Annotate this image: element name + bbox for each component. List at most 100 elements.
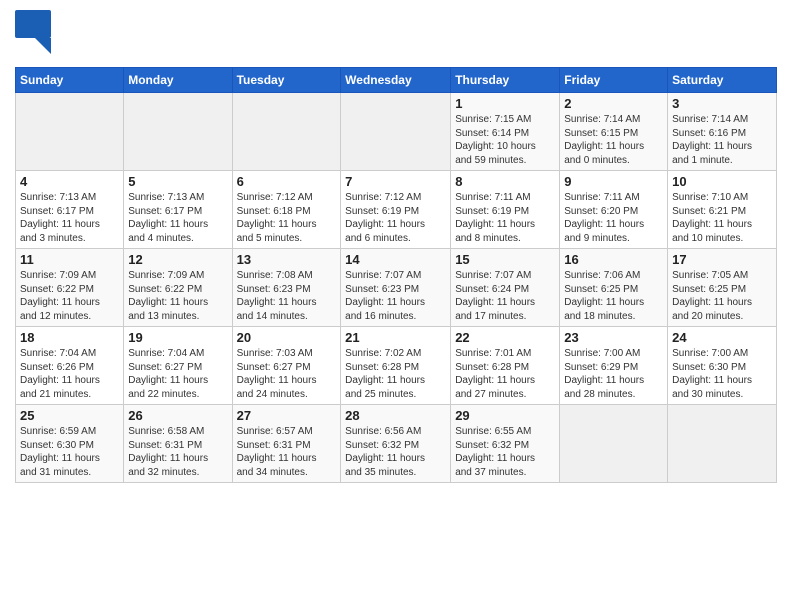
calendar-cell: 25 Sunrise: 6:59 AM Sunset: 6:30 PM Dayli… [16, 405, 124, 483]
day-number: 9 [564, 174, 663, 189]
day-info: Sunrise: 7:12 AM Sunset: 6:18 PM Dayligh… [237, 191, 337, 245]
day-number: 2 [564, 96, 663, 111]
day-info: Sunrise: 7:13 AM Sunset: 6:17 PM Dayligh… [20, 191, 119, 245]
day-info: Sunrise: 6:58 AM Sunset: 6:31 PM Dayligh… [128, 425, 227, 479]
day-info: Sunrise: 7:09 AM Sunset: 6:22 PM Dayligh… [128, 269, 227, 323]
day-info: Sunrise: 6:55 AM Sunset: 6:32 PM Dayligh… [455, 425, 555, 479]
calendar-cell: 27 Sunrise: 6:57 AM Sunset: 6:31 PM Dayli… [232, 405, 341, 483]
calendar-cell: 13Sunrise: 7:08 AM Sunset: 6:23 PM Dayli… [232, 249, 341, 327]
day-number: 19 [128, 330, 227, 345]
day-info: Sunrise: 7:12 AM Sunset: 6:19 PM Dayligh… [345, 191, 446, 245]
day-number: 16 [564, 252, 663, 267]
calendar-cell: 1 Sunrise: 7:15 AM Sunset: 6:14 PM Daylig… [451, 93, 560, 171]
day-number: 23 [564, 330, 663, 345]
weekday-header: Sunday [16, 68, 124, 93]
day-info: Sunrise: 7:07 AM Sunset: 6:23 PM Dayligh… [345, 269, 446, 323]
weekday-header: Thursday [451, 68, 560, 93]
day-info: Sunrise: 7:14 AM Sunset: 6:16 PM Dayligh… [672, 113, 772, 167]
weekday-header: Tuesday [232, 68, 341, 93]
day-info: Sunrise: 6:59 AM Sunset: 6:30 PM Dayligh… [20, 425, 119, 479]
day-info: Sunrise: 7:01 AM Sunset: 6:28 PM Dayligh… [455, 347, 555, 401]
calendar-cell: 14 Sunrise: 7:07 AM Sunset: 6:23 PM Dayli… [341, 249, 451, 327]
calendar-header-row: SundayMondayTuesdayWednesdayThursdayFrid… [16, 68, 777, 93]
calendar-cell: 26 Sunrise: 6:58 AM Sunset: 6:31 PM Dayli… [124, 405, 232, 483]
calendar-cell: 4 Sunrise: 7:13 AM Sunset: 6:17 PM Daylig… [16, 171, 124, 249]
calendar-cell: 16Sunrise: 7:06 AM Sunset: 6:25 PM Dayli… [560, 249, 668, 327]
calendar-cell: 11 Sunrise: 7:09 AM Sunset: 6:22 PM Dayli… [16, 249, 124, 327]
day-info: Sunrise: 7:10 AM Sunset: 6:21 PM Dayligh… [672, 191, 772, 245]
calendar-cell [560, 405, 668, 483]
calendar-cell: 22 Sunrise: 7:01 AM Sunset: 6:28 PM Dayli… [451, 327, 560, 405]
day-info: Sunrise: 7:09 AM Sunset: 6:22 PM Dayligh… [20, 269, 119, 323]
calendar-cell [341, 93, 451, 171]
day-number: 25 [20, 408, 119, 423]
day-number: 10 [672, 174, 772, 189]
calendar-cell [124, 93, 232, 171]
day-info: Sunrise: 7:13 AM Sunset: 6:17 PM Dayligh… [128, 191, 227, 245]
calendar-cell: 12 Sunrise: 7:09 AM Sunset: 6:22 PM Dayli… [124, 249, 232, 327]
day-number: 26 [128, 408, 227, 423]
day-number: 15 [455, 252, 555, 267]
day-info: Sunrise: 7:14 AM Sunset: 6:15 PM Dayligh… [564, 113, 663, 167]
day-number: 20 [237, 330, 337, 345]
calendar-cell: 3 Sunrise: 7:14 AM Sunset: 6:16 PM Daylig… [668, 93, 777, 171]
calendar-cell: 2 Sunrise: 7:14 AM Sunset: 6:15 PM Daylig… [560, 93, 668, 171]
day-info: Sunrise: 6:56 AM Sunset: 6:32 PM Dayligh… [345, 425, 446, 479]
logo [15, 10, 57, 59]
weekday-header: Monday [124, 68, 232, 93]
calendar-cell: 21 Sunrise: 7:02 AM Sunset: 6:28 PM Dayli… [341, 327, 451, 405]
day-number: 17 [672, 252, 772, 267]
day-number: 28 [345, 408, 446, 423]
day-number: 14 [345, 252, 446, 267]
calendar-week-row: 1 Sunrise: 7:15 AM Sunset: 6:14 PM Daylig… [16, 93, 777, 171]
calendar-cell: 9 Sunrise: 7:11 AM Sunset: 6:20 PM Daylig… [560, 171, 668, 249]
day-number: 27 [237, 408, 337, 423]
day-number: 18 [20, 330, 119, 345]
calendar-cell: 17 Sunrise: 7:05 AM Sunset: 6:25 PM Dayli… [668, 249, 777, 327]
calendar: SundayMondayTuesdayWednesdayThursdayFrid… [15, 67, 777, 483]
day-info: Sunrise: 6:57 AM Sunset: 6:31 PM Dayligh… [237, 425, 337, 479]
day-info: Sunrise: 7:15 AM Sunset: 6:14 PM Dayligh… [455, 113, 555, 167]
day-number: 21 [345, 330, 446, 345]
day-number: 5 [128, 174, 227, 189]
day-info: Sunrise: 7:04 AM Sunset: 6:27 PM Dayligh… [128, 347, 227, 401]
calendar-cell: 20 Sunrise: 7:03 AM Sunset: 6:27 PM Dayli… [232, 327, 341, 405]
day-info: Sunrise: 7:03 AM Sunset: 6:27 PM Dayligh… [237, 347, 337, 401]
calendar-cell: 7Sunrise: 7:12 AM Sunset: 6:19 PM Daylig… [341, 171, 451, 249]
weekday-header: Wednesday [341, 68, 451, 93]
calendar-cell: 6 Sunrise: 7:12 AM Sunset: 6:18 PM Daylig… [232, 171, 341, 249]
calendar-cell: 24 Sunrise: 7:00 AM Sunset: 6:30 PM Dayli… [668, 327, 777, 405]
logo-icon [15, 10, 53, 54]
day-number: 4 [20, 174, 119, 189]
day-info: Sunrise: 7:00 AM Sunset: 6:29 PM Dayligh… [564, 347, 663, 401]
day-info: Sunrise: 7:05 AM Sunset: 6:25 PM Dayligh… [672, 269, 772, 323]
calendar-cell [668, 405, 777, 483]
day-info: Sunrise: 7:02 AM Sunset: 6:28 PM Dayligh… [345, 347, 446, 401]
calendar-cell: 19 Sunrise: 7:04 AM Sunset: 6:27 PM Dayli… [124, 327, 232, 405]
calendar-cell [232, 93, 341, 171]
day-info: Sunrise: 7:07 AM Sunset: 6:24 PM Dayligh… [455, 269, 555, 323]
day-number: 1 [455, 96, 555, 111]
calendar-cell: 18 Sunrise: 7:04 AM Sunset: 6:26 PM Dayli… [16, 327, 124, 405]
day-info: Sunrise: 7:11 AM Sunset: 6:19 PM Dayligh… [455, 191, 555, 245]
day-number: 12 [128, 252, 227, 267]
calendar-week-row: 11 Sunrise: 7:09 AM Sunset: 6:22 PM Dayli… [16, 249, 777, 327]
day-info: Sunrise: 7:11 AM Sunset: 6:20 PM Dayligh… [564, 191, 663, 245]
calendar-cell: 29 Sunrise: 6:55 AM Sunset: 6:32 PM Dayli… [451, 405, 560, 483]
calendar-cell: 8Sunrise: 7:11 AM Sunset: 6:19 PM Daylig… [451, 171, 560, 249]
day-number: 22 [455, 330, 555, 345]
calendar-cell: 28 Sunrise: 6:56 AM Sunset: 6:32 PM Dayli… [341, 405, 451, 483]
day-number: 11 [20, 252, 119, 267]
day-number: 3 [672, 96, 772, 111]
calendar-cell: 10 Sunrise: 7:10 AM Sunset: 6:21 PM Dayli… [668, 171, 777, 249]
calendar-week-row: 18 Sunrise: 7:04 AM Sunset: 6:26 PM Dayli… [16, 327, 777, 405]
calendar-week-row: 4 Sunrise: 7:13 AM Sunset: 6:17 PM Daylig… [16, 171, 777, 249]
day-number: 6 [237, 174, 337, 189]
day-info: Sunrise: 7:04 AM Sunset: 6:26 PM Dayligh… [20, 347, 119, 401]
day-number: 24 [672, 330, 772, 345]
calendar-cell: 15 Sunrise: 7:07 AM Sunset: 6:24 PM Dayli… [451, 249, 560, 327]
weekday-header: Saturday [668, 68, 777, 93]
calendar-cell: 23 Sunrise: 7:00 AM Sunset: 6:29 PM Dayli… [560, 327, 668, 405]
day-info: Sunrise: 7:00 AM Sunset: 6:30 PM Dayligh… [672, 347, 772, 401]
day-number: 29 [455, 408, 555, 423]
